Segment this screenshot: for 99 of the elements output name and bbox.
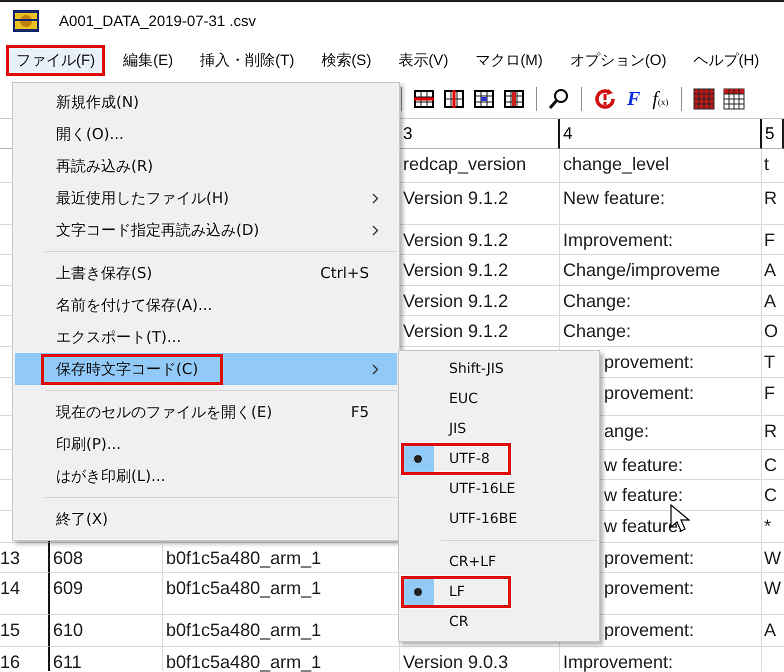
menu-bar-item[interactable]: マクロ(M)	[466, 46, 552, 74]
table-cell: 608	[53, 548, 84, 568]
row-number: 14	[0, 578, 20, 598]
menu-item[interactable]: はがき印刷(L)...	[15, 460, 397, 492]
table-cell: New feature:	[563, 188, 666, 208]
menu-bar-item[interactable]: ヘルプ(H)	[684, 46, 768, 74]
table-cell: 611	[53, 652, 82, 672]
app-icon	[13, 10, 39, 32]
table-cell: w feature:	[604, 455, 684, 475]
table-cell: provement:	[604, 383, 694, 403]
table-cell: ange:	[604, 421, 650, 441]
table-cell: b0f1c5a480_arm_1	[166, 578, 322, 598]
grid-icon[interactable]	[413, 89, 435, 109]
menu-bar-item[interactable]: 編集(E)	[114, 46, 182, 74]
table-cell: t	[764, 154, 770, 174]
row-number: 13	[0, 548, 20, 568]
table-icon[interactable]	[693, 88, 716, 110]
menu-item[interactable]: 最近使用したファイル(H)	[15, 182, 397, 214]
table-cell: F	[764, 383, 775, 403]
table-cell: C	[764, 455, 777, 475]
table-cell: b0f1c5a480_arm_1	[166, 652, 322, 672]
table-cell: Version 9.1.2	[403, 260, 508, 280]
menu-item[interactable]: JIS	[401, 414, 597, 444]
menu-bar-item[interactable]: オプション(O)	[560, 46, 676, 74]
table-cell: w feature:	[604, 485, 684, 505]
chevron-icon	[372, 192, 379, 204]
menu-item[interactable]: UTF-16BE	[401, 504, 597, 534]
menu-item[interactable]: EUC	[401, 384, 597, 414]
menu-item[interactable]: UTF-16LE	[401, 474, 597, 504]
menu-item[interactable]: 現在のセルのファイルを開く(E) F5	[15, 396, 397, 428]
table-cell: Change:	[563, 321, 632, 341]
grid-icon[interactable]	[473, 89, 495, 109]
menu-item[interactable]: 再読み込み(R)	[15, 150, 397, 182]
table-cell: Version 9.1.2	[403, 321, 508, 341]
menu-item[interactable]: 開く(O)...	[15, 118, 397, 150]
menu-item[interactable]: UTF-8	[401, 444, 597, 474]
table-cell: R	[764, 188, 777, 208]
column-header[interactable]: 3	[403, 124, 412, 143]
search-icon[interactable]	[548, 88, 570, 110]
menu-bar-item[interactable]: 表示(V)	[389, 46, 458, 74]
table-cell: Improvement:	[563, 652, 674, 672]
menu-item[interactable]: 文字コード指定再読み込み(D)	[15, 214, 397, 246]
menu-item[interactable]: エクスポート(T)...	[15, 321, 397, 353]
row-number: 15	[0, 620, 20, 640]
menu-item[interactable]: CR+LF	[401, 547, 597, 577]
table-cell: Improvement:	[563, 230, 674, 250]
window-title: A001_DATA_2019-07-31 .csv	[59, 12, 256, 30]
table-cell: b0f1c5a480_arm_1	[166, 548, 322, 568]
chevron-icon	[372, 364, 379, 374]
menu-bar-item[interactable]: 検索(S)	[312, 46, 380, 74]
menu-item[interactable]: 印刷(P)...	[15, 428, 397, 460]
function-button[interactable]: f(x)	[650, 88, 670, 110]
table-cell: *	[764, 516, 772, 536]
menu-item[interactable]: 保存時文字コード(C)	[15, 353, 397, 385]
table-cell: A	[764, 291, 776, 311]
table-cell: A	[764, 260, 776, 280]
menu-item[interactable]: CR	[401, 607, 597, 637]
menu-item[interactable]: 名前を付けて保存(A)...	[15, 289, 397, 321]
table-cell: W	[764, 578, 781, 598]
menu-item[interactable]: Shift-JIS	[401, 354, 597, 384]
table-cell: Version 9.1.2	[403, 291, 508, 311]
menu-item[interactable]: 上書き保存(S) Ctrl+S	[15, 257, 397, 289]
table-cell: Change/improveme	[563, 260, 720, 280]
refresh-icon[interactable]	[593, 87, 617, 111]
table-cell: 610	[53, 620, 84, 640]
table-cell: Version 9.1.2	[403, 188, 508, 208]
table-cell: Change:	[563, 291, 632, 311]
bullet-icon	[414, 588, 422, 596]
row-number: 16	[0, 652, 20, 672]
table-icon[interactable]	[723, 88, 746, 110]
column-header[interactable]: 4	[563, 124, 572, 143]
table-cell: b0f1c5a480_arm_1	[166, 620, 322, 640]
font-button[interactable]: F	[625, 88, 642, 110]
table-cell: provement:	[604, 352, 694, 372]
column-header[interactable]: 5	[765, 124, 774, 143]
grid-icon[interactable]	[443, 89, 465, 109]
menu-item[interactable]: 終了(X)	[15, 503, 397, 535]
table-cell: R	[764, 421, 777, 441]
table-cell: provement:	[604, 548, 694, 568]
table-cell: redcap_version	[403, 154, 526, 174]
table-cell: change_level	[563, 154, 670, 174]
menu-item[interactable]: LF	[401, 577, 597, 607]
table-cell: F	[764, 230, 775, 250]
table-cell: Version 9.1.2	[403, 230, 508, 250]
table-cell: provement:	[604, 578, 694, 598]
table-cell: C	[764, 485, 777, 505]
grid-icon[interactable]	[503, 89, 525, 109]
menu-bar-item[interactable]: ファイル(F)	[6, 44, 106, 76]
menu-bar-item[interactable]: 挿入・削除(T)	[191, 46, 304, 74]
table-cell: W	[764, 548, 781, 568]
table-cell: provement:	[604, 620, 694, 640]
table-cell: 609	[53, 578, 84, 598]
table-cell: T	[764, 352, 775, 372]
table-cell: A	[764, 620, 776, 640]
chevron-icon	[372, 224, 379, 236]
bullet-icon	[414, 455, 422, 463]
table-cell: O	[764, 321, 778, 341]
menu-item[interactable]: 新規作成(N)	[15, 86, 397, 118]
table-cell: Version 9.0.3	[403, 652, 508, 672]
